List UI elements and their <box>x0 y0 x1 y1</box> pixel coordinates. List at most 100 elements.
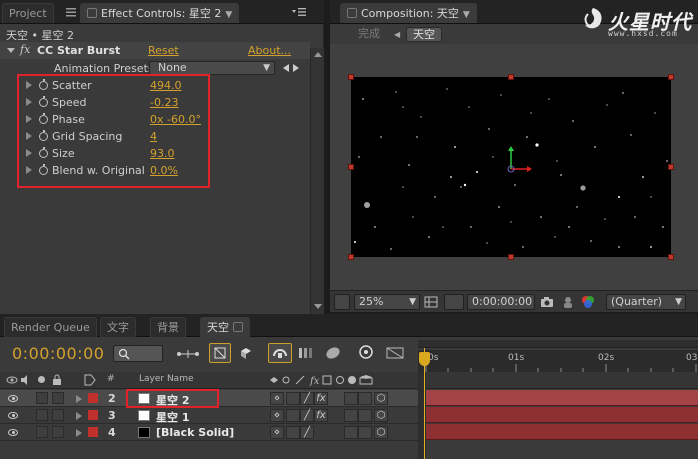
always-preview-icon[interactable] <box>334 294 350 310</box>
tab-composition[interactable]: Composition: 天空 ▼ <box>340 3 477 23</box>
layer-row[interactable]: 4 [Black Solid] ⋄ ╱ ⬡ <box>0 424 418 441</box>
layer-row[interactable]: 3 星空 1 ⋄ ╱ fx ⬡ <box>0 407 418 424</box>
label-color-swatch[interactable] <box>88 393 98 403</box>
label-color-swatch[interactable] <box>88 427 98 437</box>
eye-icon[interactable] <box>8 395 18 402</box>
composition-viewer[interactable] <box>351 77 671 257</box>
solo-switch[interactable] <box>36 409 48 421</box>
expand-triangle-icon[interactable] <box>7 48 15 53</box>
layer-duration-bar[interactable] <box>426 424 698 440</box>
expand-triangle-icon[interactable] <box>76 429 82 437</box>
transform-handle[interactable] <box>348 164 354 170</box>
presets-dropdown[interactable]: None ▼ <box>149 61 275 75</box>
tab-render-queue[interactable]: Render Queue <box>4 317 97 337</box>
tab-effect-controls[interactable]: Effect Controls: 星空 2 ▼ <box>80 3 240 25</box>
motion-blur-switch[interactable] <box>344 426 358 439</box>
scroll-up-icon[interactable] <box>314 52 322 57</box>
transform-handle[interactable] <box>348 254 354 260</box>
video-switch-icon[interactable] <box>6 375 18 385</box>
eye-icon[interactable] <box>8 412 18 419</box>
tab-sky-comp[interactable]: 天空 <box>200 317 250 337</box>
eye-icon[interactable] <box>8 429 18 436</box>
solo-icon[interactable] <box>38 376 45 383</box>
layer-name[interactable]: [Black Solid] <box>156 426 234 439</box>
zoom-dropdown[interactable]: 25% ▼ <box>354 294 420 310</box>
done-button[interactable]: 完成 <box>352 27 386 42</box>
resolution-dropdown[interactable]: (Quarter) ▼ <box>606 294 686 310</box>
close-icon[interactable] <box>87 8 97 18</box>
shy-switch-icon[interactable]: ⋄ <box>270 392 284 405</box>
adjustment-switch[interactable] <box>358 426 372 439</box>
expand-triangle-icon[interactable] <box>76 395 82 403</box>
hide-shy-layers-icon[interactable] <box>238 346 254 360</box>
graph-editor-icon[interactable] <box>324 345 342 361</box>
color-channels-icon[interactable] <box>580 295 596 309</box>
timeline-options-icon[interactable] <box>386 347 404 359</box>
next-preset-icon[interactable] <box>293 64 299 72</box>
tab-text-comp[interactable]: 文字 <box>100 317 136 337</box>
lock-switch[interactable] <box>52 392 64 404</box>
chevron-down-icon[interactable]: ▼ <box>463 6 470 25</box>
effect-controls-scrollbar[interactable] <box>310 48 324 314</box>
chevron-left-icon[interactable]: ◀ <box>394 30 400 39</box>
scroll-down-icon[interactable] <box>314 304 322 309</box>
panel-menu-icon[interactable] <box>66 7 76 17</box>
expand-triangle-icon[interactable] <box>76 412 82 420</box>
solo-switch[interactable] <box>36 392 48 404</box>
show-snapshot-icon[interactable] <box>562 296 574 308</box>
solo-switch[interactable] <box>36 426 48 438</box>
lock-icon[interactable] <box>52 374 62 386</box>
live-update-icon[interactable] <box>356 345 376 361</box>
close-icon[interactable] <box>233 322 243 332</box>
draft-3d-icon[interactable] <box>209 343 231 363</box>
reset-link[interactable]: Reset <box>148 44 179 57</box>
3d-layer-switch-icon[interactable]: ⬡ <box>374 409 388 422</box>
fx-switch-icon[interactable]: fx <box>314 392 328 405</box>
timecode-field[interactable]: 0:00:00:00 <box>467 294 535 310</box>
3d-layer-switch-icon[interactable]: ⬡ <box>374 426 388 439</box>
transform-handle[interactable] <box>508 254 514 260</box>
quality-switch-icon[interactable]: ╱ <box>300 392 314 405</box>
quality-switch-icon[interactable]: ╱ <box>300 426 314 439</box>
motion-blur-icon[interactable] <box>298 346 316 360</box>
motion-blur-switch[interactable] <box>344 409 358 422</box>
motion-blur-switch[interactable] <box>344 392 358 405</box>
label-tag-icon[interactable] <box>84 374 96 386</box>
collapse-switch[interactable] <box>286 426 300 439</box>
frame-blending-icon[interactable] <box>268 343 292 363</box>
label-color-swatch[interactable] <box>88 410 98 420</box>
lock-switch[interactable] <box>52 426 64 438</box>
audio-switch-icon[interactable] <box>20 375 32 385</box>
lock-switch[interactable] <box>52 409 64 421</box>
region-of-interest-icon[interactable] <box>444 294 464 310</box>
fx-icon[interactable]: fx <box>20 43 30 56</box>
layer-duration-bar[interactable] <box>426 407 698 423</box>
collapse-switch[interactable] <box>286 392 300 405</box>
transform-handle[interactable] <box>668 74 674 80</box>
shy-switch-icon[interactable]: ⋄ <box>270 409 284 422</box>
quality-switch-icon[interactable]: ╱ <box>300 409 314 422</box>
tab-project[interactable]: Project <box>2 3 54 23</box>
timeline-timecode[interactable]: 0:00:00:00 <box>12 344 104 363</box>
resolution-grid-icon[interactable] <box>424 296 438 308</box>
about-link[interactable]: About... <box>248 44 291 57</box>
previous-preset-icon[interactable] <box>283 64 289 72</box>
layer-search-input[interactable] <box>113 345 163 362</box>
camera-icon[interactable] <box>540 296 554 308</box>
tab-background-comp[interactable]: 背景 <box>150 317 186 337</box>
panel-options-icon[interactable] <box>292 7 306 17</box>
layer-duration-bar[interactable] <box>426 390 698 406</box>
close-icon[interactable] <box>347 8 357 18</box>
current-time-indicator-head[interactable] <box>419 352 430 366</box>
chevron-down-icon[interactable]: ▼ <box>225 6 232 25</box>
composition-mini-flowchart-icon[interactable] <box>176 348 200 360</box>
fx-switch-icon[interactable]: fx <box>314 409 328 422</box>
transform-handle[interactable] <box>668 254 674 260</box>
3d-layer-switch-icon[interactable]: ⬡ <box>374 392 388 405</box>
collapse-switch[interactable] <box>286 409 300 422</box>
work-area-bar[interactable] <box>418 340 698 348</box>
adjustment-switch[interactable] <box>358 392 372 405</box>
shy-switch-icon[interactable]: ⋄ <box>270 426 284 439</box>
adjustment-switch[interactable] <box>358 409 372 422</box>
column-layer-name[interactable]: Layer Name <box>139 374 194 384</box>
